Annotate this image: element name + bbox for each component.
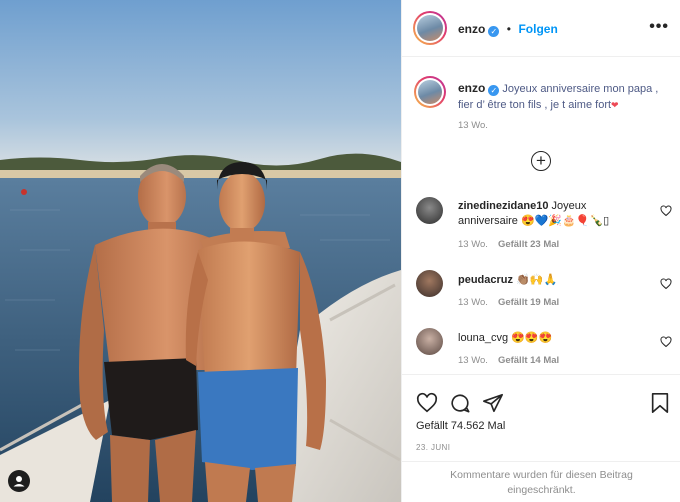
comment-time: 13 Wo. [458, 355, 488, 366]
commenter-avatar[interactable] [416, 197, 443, 224]
user-icon [13, 476, 25, 487]
comment-username[interactable]: zinedinezidane10 [458, 200, 548, 212]
comment-time: 13 Wo. [458, 239, 488, 250]
commenter-avatar[interactable] [416, 328, 443, 355]
comment-time: 13 Wo. [458, 297, 488, 308]
comment-meta: 13 Wo. Gefällt 14 Mal [458, 355, 559, 366]
commenter-avatar[interactable] [416, 270, 443, 297]
header-username[interactable]: enzo [458, 22, 485, 36]
post-header: enzo ✓ • Folgen ••• [402, 0, 680, 57]
follow-button[interactable]: Folgen [518, 22, 557, 36]
comment-likes[interactable]: Gefällt 23 Mal [498, 239, 559, 250]
share-icon[interactable] [482, 392, 504, 414]
heart-icon[interactable] [660, 205, 672, 217]
caption-text-block: enzo ✓ Joyeux anniversaire mon papa , fie… [458, 80, 676, 113]
separator-dot: • [506, 22, 511, 36]
post-photo[interactable] [0, 0, 401, 502]
comment-username[interactable]: peudacruz [458, 274, 513, 286]
comment-likes[interactable]: Gefällt 14 Mal [498, 355, 559, 366]
post-actions: Gefällt 74.562 Mal 23. JUNI Kommentare w… [402, 374, 680, 502]
heart-icon[interactable] [416, 392, 438, 414]
caption-avatar[interactable] [414, 76, 446, 108]
profile-bubble-icon[interactable] [8, 470, 30, 492]
comment-meta: 13 Wo. Gefällt 19 Mal [458, 297, 559, 308]
comment-likes[interactable]: Gefällt 19 Mal [498, 297, 559, 308]
caption-time: 13 Wo. [458, 120, 488, 131]
verified-badge-icon: ✓ [488, 26, 500, 37]
photo-illustration [0, 0, 401, 502]
post-date: 23. JUNI [416, 443, 451, 452]
author-avatar[interactable] [413, 11, 447, 45]
load-more-comments-button[interactable]: + [531, 151, 551, 171]
comment-text: 👏🏽🙌🙏 [516, 274, 558, 286]
plus-icon: + [536, 151, 546, 170]
comment-username[interactable]: louna_cvg [458, 332, 508, 344]
likes-count[interactable]: Gefällt 74.562 Mal [416, 420, 505, 432]
header-user-line: enzo ✓ • Folgen [458, 20, 558, 38]
comment-meta: 13 Wo. Gefällt 23 Mal [458, 239, 559, 250]
heart-icon[interactable] [660, 336, 672, 348]
comment-body: peudacruz 👏🏽🙌🙏 [458, 273, 648, 288]
verified-badge-icon: ✓ [488, 85, 500, 96]
bookmark-icon[interactable] [650, 392, 670, 414]
comment-icon[interactable] [449, 392, 471, 414]
more-options-icon[interactable]: ••• [649, 18, 669, 36]
comment-body: zinedinezidane10 Joyeux anniversaire 😍💙🎉… [458, 199, 648, 229]
caption-username[interactable]: enzo [458, 81, 485, 95]
comments-restricted-notice: Kommentare wurden für diesen Beitrag ein… [402, 461, 680, 502]
post-side-panel: enzo ✓ • Folgen ••• enzo ✓ Joyeux annivers… [401, 0, 680, 502]
heart-icon[interactable] [660, 278, 672, 290]
heart-emoji: ❤ [611, 100, 619, 110]
comment-body: louna_cvg 😍😍😍 [458, 331, 648, 346]
comment-text: 😍😍😍 [511, 332, 553, 344]
